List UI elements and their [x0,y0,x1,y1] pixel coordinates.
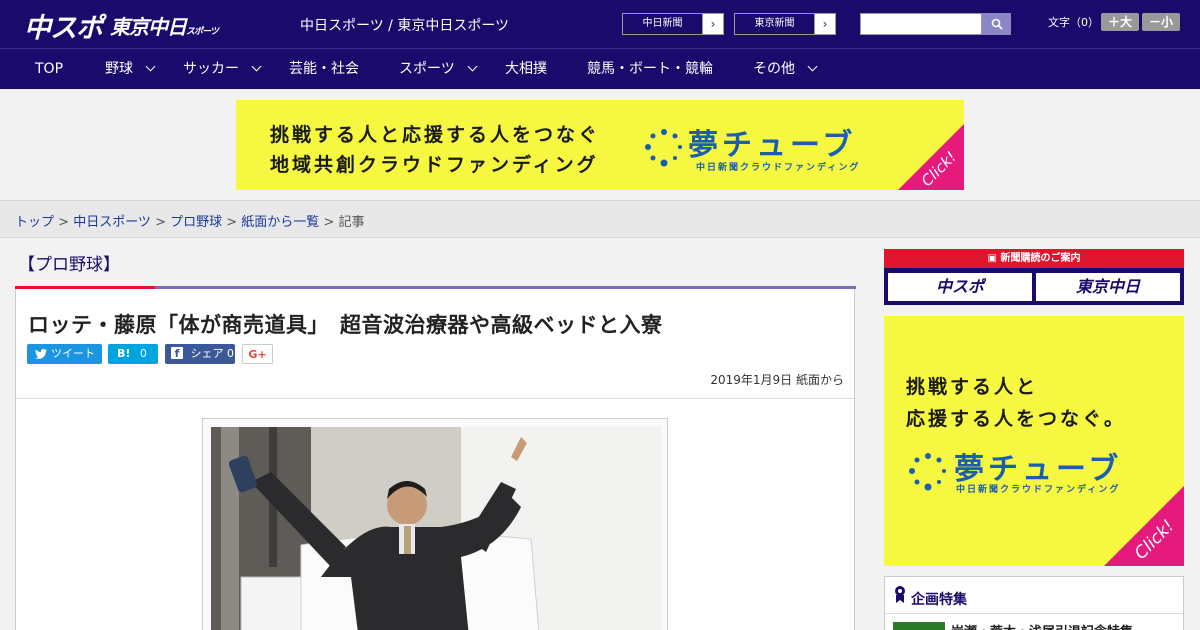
ad-brand-sub: 中日新聞クラウドファンディング [696,163,861,173]
category-label: 【プロ野球】 [18,255,120,275]
article-photo-frame [202,418,668,630]
article-card: ロッテ・藤原「体が商売道具」 超音波治療器や高級ベッドと入寮 ツイート B! 0… [15,286,856,630]
breadcrumb-current: 記事 [338,215,365,230]
side-ad-brand-sub: 中日新聞クラウドファンディング [956,485,1121,495]
tokyo-chunichi-logo[interactable]: 東京中日スポーツ [110,11,219,40]
subscription-header-text: 新聞購読のご案内 [1000,253,1081,264]
yume-tube-side-ad[interactable]: 挑戦する人と 応援する人をつなぐ。 夢チューブ 中日新聞クラウドファンディング … [884,316,1184,566]
breadcrumb-pro-baseball[interactable]: プロ野球 [170,215,222,230]
nav-top-label: TOP [35,61,64,77]
chunichi-shimbun-label: 中日新聞 [623,14,703,34]
divider [885,613,1183,614]
site-header: 中スポ 東京中日スポーツ 中日スポーツ / 東京中日スポーツ 中日新聞 › 東京… [0,0,1200,48]
divider [16,398,854,399]
subscribe-tokyo-chunichi-button[interactable]: 東京中日 [1036,273,1180,301]
ad-line-1: 挑戦する人と応援する人をつなぐ [270,124,601,146]
chevron-down-icon [807,61,818,72]
breadcrumb-sep: > [222,215,242,230]
article-headline: ロッテ・藤原「体が商売道具」 超音波治療器や高級ベッドと入寮 [28,313,663,337]
text-size-label: 文字（0） [1048,16,1099,29]
chuspo-logo[interactable]: 中スポ [24,6,103,45]
side-ad-line-1: 挑戦する人と [906,376,1039,398]
hatena-icon: B! [117,347,131,360]
twitter-icon [35,349,47,359]
accent-bar [155,286,856,289]
breadcrumb-paper-list[interactable]: 紙面から一覧 [241,215,319,230]
text-size-up-button[interactable]: ＋大 [1101,13,1139,31]
nav-other[interactable]: その他 [753,49,818,90]
nav-sports[interactable]: スポーツ [399,49,478,90]
chevron-down-icon [145,61,156,72]
nav-other-label: その他 [753,61,795,77]
nav-racing-label: 競馬・ボート・競輪 [587,61,713,77]
newspaper-icon: ▣ [987,253,1001,264]
feature-item-link[interactable]: 岩瀬・荒木・浅尾引退記念特集 [951,621,1133,630]
tokyo-chunichi-logo-text: 東京中日 [110,15,187,39]
tokyo-shimbun-label: 東京新聞 [735,14,815,34]
breadcrumb-sep: > [54,215,74,230]
breadcrumb-top[interactable]: トップ [15,215,54,230]
accent-bar [15,286,155,289]
photo-illustration [211,427,661,630]
ribbon-icon [895,586,905,603]
yume-tube-banner-ad[interactable]: 挑戦する人と応援する人をつなぐ 地域共創クラウドファンディング 夢チューブ 中日… [236,100,964,190]
breadcrumb-chunichi-sports[interactable]: 中日スポーツ [73,215,151,230]
nav-sports-label: スポーツ [399,61,455,77]
ad-line-2: 地域共創クラウドファンディング [270,154,599,176]
feature-title: 企画特集 [911,592,967,608]
facebook-share-label: シェア 0 [190,347,235,360]
nav-soccer[interactable]: サッカー [183,49,262,90]
facebook-share-button[interactable]: f シェア 0 [165,344,235,364]
nav-racing[interactable]: 競馬・ボート・競輪 [587,49,713,90]
hatena-count: 0 [139,347,147,360]
facebook-icon: f [171,347,183,360]
tweet-label: ツイート [51,347,95,360]
nav-baseball[interactable]: 野球 [105,49,156,90]
site-title: 中日スポーツ / 東京中日スポーツ [300,18,510,34]
chevron-down-icon [251,61,262,72]
search-button[interactable] [982,13,1011,35]
tokyo-shimbun-link[interactable]: 東京新聞 › [734,13,836,35]
ad-brand: 夢チューブ [688,128,857,163]
side-ad-line-2: 応援する人をつなぐ。 [906,408,1127,430]
chevron-right-icon: › [710,17,716,31]
article-date: 2019年1月9日 紙面から [710,373,844,387]
subscription-box: ▣ 新聞購読のご案内 中スポ 東京中日 [884,249,1184,305]
article-photo [211,427,661,630]
nav-entertainment-label: 芸能・社会 [289,61,359,77]
chevron-down-icon [467,61,478,72]
search-input[interactable] [860,13,982,35]
feature-thumbnail[interactable] [893,622,945,630]
breadcrumb-bar: トップ > 中日スポーツ > プロ野球 > 紙面から一覧 > 記事 [0,200,1200,238]
tokyo-chunichi-logo-small: スポーツ [186,27,219,37]
hatena-bookmark-button[interactable]: B! 0 [108,344,158,364]
breadcrumb-sep: > [150,215,171,230]
chunichi-shimbun-link[interactable]: 中日新聞 › [622,13,724,35]
google-plus-button[interactable]: G+ [242,344,273,364]
tweet-button[interactable]: ツイート [27,344,102,364]
subscribe-chuspo-button[interactable]: 中スポ [888,273,1032,301]
breadcrumb: トップ > 中日スポーツ > プロ野球 > 紙面から一覧 > 記事 [15,211,365,230]
nav-top[interactable]: TOP [35,49,63,90]
nav-sumo-label: 大相撲 [505,61,547,77]
subscription-header: ▣ 新聞購読のご案内 [884,249,1184,268]
chevron-right-icon: › [822,17,828,31]
nav-soccer-label: サッカー [183,61,239,77]
search-icon [991,18,1003,30]
nav-sumo[interactable]: 大相撲 [505,49,547,90]
main-nav: TOP 野球 サッカー 芸能・社会 スポーツ 大相撲 競馬・ボート・競輪 その他 [0,48,1200,89]
text-size-down-button[interactable]: －小 [1142,13,1180,31]
yume-tube-dots-icon [909,453,946,491]
breadcrumb-sep: > [319,215,339,230]
nav-entertainment[interactable]: 芸能・社会 [289,49,359,90]
feature-box: 企画特集 岩瀬・荒木・浅尾引退記念特集 [884,576,1184,630]
nav-baseball-label: 野球 [105,61,133,77]
yume-tube-dots-icon [645,129,682,167]
